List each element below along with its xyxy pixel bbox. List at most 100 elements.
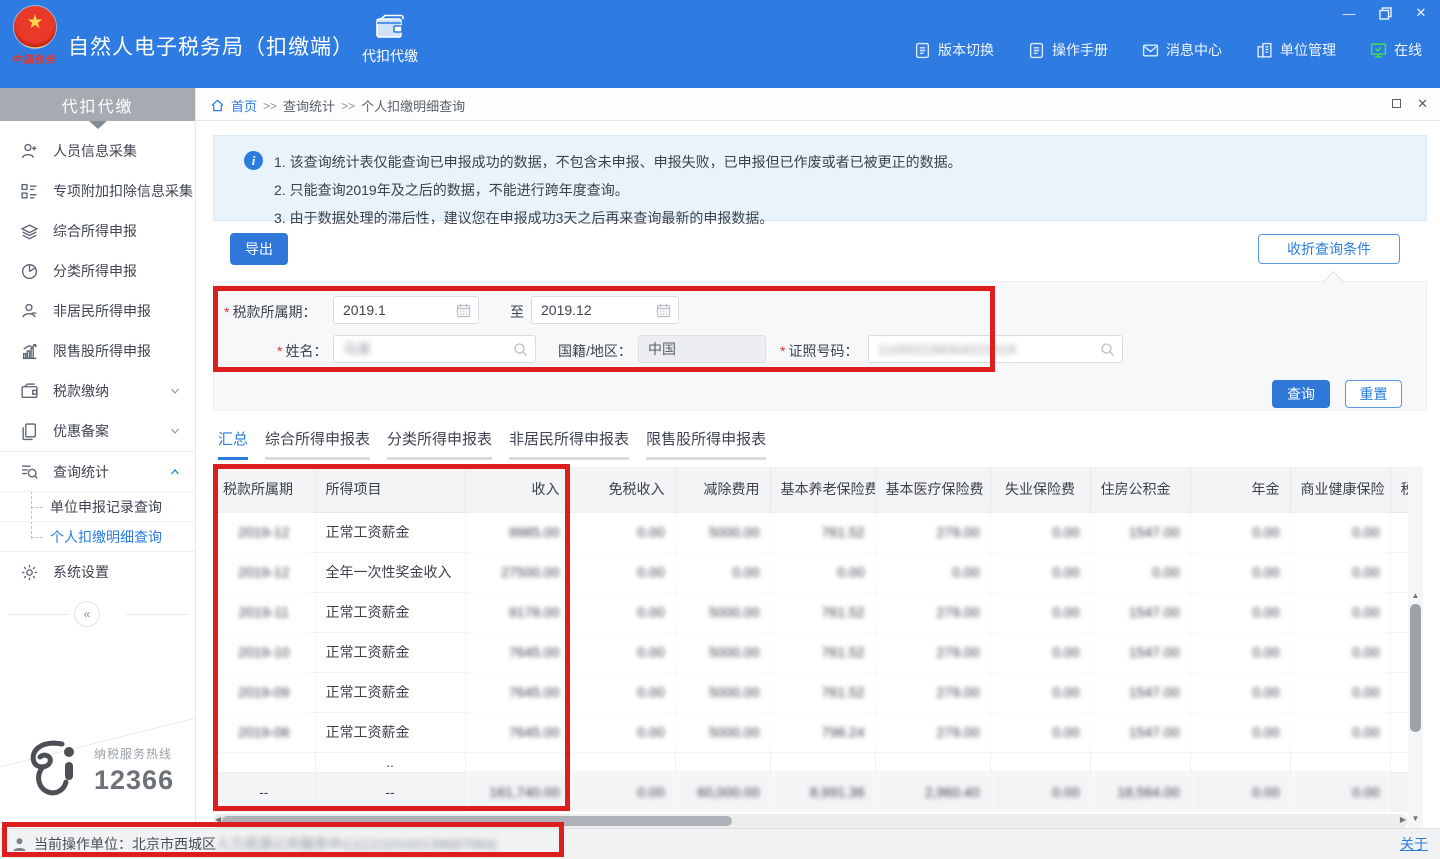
- table-row[interactable]: 2019-10正常工资薪金7645.000.005000.00761.52279…: [213, 632, 1408, 672]
- header-menu-item-5[interactable]: 在线: [1370, 40, 1422, 60]
- scroll-left-icon[interactable]: ◀: [215, 815, 221, 824]
- calendar-icon[interactable]: [456, 303, 471, 318]
- layers-icon: [20, 222, 39, 241]
- header-tab-label: 代扣代缴: [352, 46, 428, 66]
- restore-button[interactable]: [1376, 4, 1394, 22]
- person-add-icon: [20, 142, 39, 161]
- cell-value-2: 0.00: [570, 772, 675, 812]
- cell-value-9: 0.00: [1290, 512, 1390, 552]
- id-number-input[interactable]: 110502199304223519: [868, 335, 1123, 363]
- id-value-blurred: 110502199304223519: [878, 342, 1016, 357]
- sidebar-item-2[interactable]: 专项附加扣除信息采集: [0, 171, 195, 211]
- header-menu-item-2[interactable]: 操作手册: [1028, 40, 1108, 60]
- cell-value-2: 0.00: [570, 712, 675, 752]
- cell-empty: [465, 752, 570, 772]
- header-menu-item-1[interactable]: 版本切换: [914, 40, 994, 60]
- column-header-9: 住房公积金: [1090, 467, 1190, 512]
- sidebar-item-10[interactable]: 系统设置: [0, 552, 195, 592]
- cell-ellipsis: ..: [315, 752, 465, 772]
- current-unit-blurred: 人力资源公共服务中心(12110102139687584): [216, 834, 497, 854]
- cell-value-4: 798.24: [770, 712, 875, 752]
- result-table-wrap: 税款所属期所得项目收入免税收入减除费用基本养老保险费基本医疗保险费失业保险费住房…: [213, 467, 1408, 812]
- export-button[interactable]: 导出: [230, 233, 288, 265]
- header-menu-label: 版本切换: [938, 40, 994, 60]
- sidebar-item-1[interactable]: 人员信息采集: [0, 131, 195, 171]
- sidebar-item-7[interactable]: 税款缴纳: [0, 371, 195, 411]
- sidebar-item-3[interactable]: 综合所得申报: [0, 211, 195, 251]
- about-link[interactable]: 关于: [1400, 834, 1428, 854]
- scroll-right-icon[interactable]: ▶: [1400, 815, 1406, 824]
- scroll-down-icon[interactable]: ▼: [1408, 814, 1423, 823]
- cell-value-2: 0.00: [570, 592, 675, 632]
- sidebar-subitem-1[interactable]: 单位申报记录查询: [0, 491, 195, 521]
- tab-4[interactable]: 非居民所得申报表: [509, 428, 629, 460]
- tab-3[interactable]: 分类所得申报表: [387, 428, 492, 460]
- query-button[interactable]: 查询: [1272, 380, 1330, 408]
- search-icon[interactable]: [513, 342, 528, 357]
- header-tab-withholding[interactable]: 代扣代缴: [352, 14, 428, 66]
- tab-5[interactable]: 限售股所得申报表: [646, 428, 766, 460]
- cell-value-5: 279.00: [875, 512, 990, 552]
- table-row[interactable]: 2019-12全年一次性奖金收入27500.000.000.000.000.00…: [213, 552, 1408, 592]
- header-menu-item-3[interactable]: 消息中心: [1142, 40, 1222, 60]
- breadcrumb-item-querystats: 查询统计: [283, 96, 335, 115]
- column-header-1: 税款所属期: [213, 467, 315, 512]
- reset-button[interactable]: 重置: [1345, 380, 1402, 408]
- table-row[interactable]: 2019-11正常工资薪金9178.000.005000.00761.52279…: [213, 592, 1408, 632]
- scroll-up-icon[interactable]: ▲: [1408, 591, 1423, 600]
- cell-value-1: 7645.00: [465, 672, 570, 712]
- sidebar-subitem-2[interactable]: 个人扣缴明细查询: [0, 521, 195, 551]
- tab-2[interactable]: 综合所得申报表: [265, 428, 370, 460]
- period-from-input[interactable]: 2019.1: [333, 296, 479, 324]
- cell-value-9: 0.00: [1290, 552, 1390, 592]
- table-row[interactable]: 2019-12正常工资薪金9985.000.005000.00761.52279…: [213, 512, 1408, 552]
- logo-caption: 中国税务: [8, 51, 62, 66]
- cell-value-5: 279.00: [875, 632, 990, 672]
- search-icon[interactable]: [1100, 342, 1115, 357]
- sidebar-item-4[interactable]: 分类所得申报: [0, 251, 195, 291]
- cell-value-4: 8,991.36: [770, 772, 875, 812]
- name-input[interactable]: 马某: [333, 335, 536, 363]
- user-icon: [12, 837, 27, 852]
- cell-value-7: 18,564.00: [1090, 772, 1190, 812]
- close-button[interactable]: ✕: [1412, 4, 1430, 22]
- sidebar-item-label: 非居民所得申报: [53, 301, 151, 321]
- table-row[interactable]: 2019-09正常工资薪金7645.000.005000.00761.52279…: [213, 672, 1408, 712]
- minimize-button[interactable]: —: [1340, 4, 1358, 22]
- vertical-scrollbar-thumb[interactable]: [1410, 604, 1421, 732]
- table-total-row[interactable]: ----161,740.000.0060,000.008,991.362,960…: [213, 772, 1408, 812]
- cell-income-item: --: [315, 772, 465, 812]
- tab-1[interactable]: 汇总: [218, 428, 248, 460]
- panel-maximize-icon[interactable]: [1392, 99, 1401, 108]
- notice-lines: 1. 该查询统计表仅能查询已申报成功的数据，不包含未申报、申报失败，已申报但已作…: [274, 148, 1412, 232]
- sidebar-item-8[interactable]: 优惠备案: [0, 411, 195, 451]
- cell-value-1: 161,740.00: [465, 772, 570, 812]
- cell-value-9: 0.00: [1290, 592, 1390, 632]
- horizontal-scrollbar-thumb[interactable]: [222, 816, 732, 826]
- sidebar-collapse-button[interactable]: «: [74, 601, 100, 627]
- period-to-input[interactable]: 2019.12: [531, 296, 679, 324]
- sidebar-item-6[interactable]: 限售股所得申报: [0, 331, 195, 371]
- tax-bureau-logo: ★ 中国税务: [9, 5, 61, 66]
- sidebar-item-5[interactable]: 非居民所得申报: [0, 291, 195, 331]
- header-menu-item-4[interactable]: 单位管理: [1256, 40, 1336, 60]
- sidebar-item-label: 人员信息采集: [53, 141, 137, 161]
- column-header-6: 基本养老保险费: [770, 467, 875, 512]
- deduction-form-icon: [20, 182, 39, 201]
- breadcrumb-home-link[interactable]: 首页: [231, 96, 257, 115]
- vertical-scrollbar[interactable]: ▲ ▼: [1408, 467, 1423, 828]
- horizontal-scrollbar[interactable]: ◀ ▶: [213, 814, 1408, 828]
- cell-value-5: 279.00: [875, 592, 990, 632]
- current-unit-label: 当前操作单位：: [34, 834, 132, 854]
- column-header-12: 税: [1390, 467, 1408, 512]
- calendar-icon[interactable]: [656, 303, 671, 318]
- cell-extra: [1390, 772, 1408, 812]
- sidebar-item-9[interactable]: 查询统计: [0, 451, 195, 491]
- collapse-query-button[interactable]: 收折查询条件: [1258, 234, 1400, 264]
- table-row[interactable]: 2019-08正常工资薪金7645.000.005000.00798.24279…: [213, 712, 1408, 752]
- panel-close-icon[interactable]: ✕: [1417, 96, 1428, 111]
- cell-value-4: 761.52: [770, 592, 875, 632]
- cell-period: 2019-09: [213, 672, 315, 712]
- cell-empty: [1290, 752, 1390, 772]
- header-menu: 版本切换 操作手册 消息中心 单位管理 在线: [914, 40, 1422, 60]
